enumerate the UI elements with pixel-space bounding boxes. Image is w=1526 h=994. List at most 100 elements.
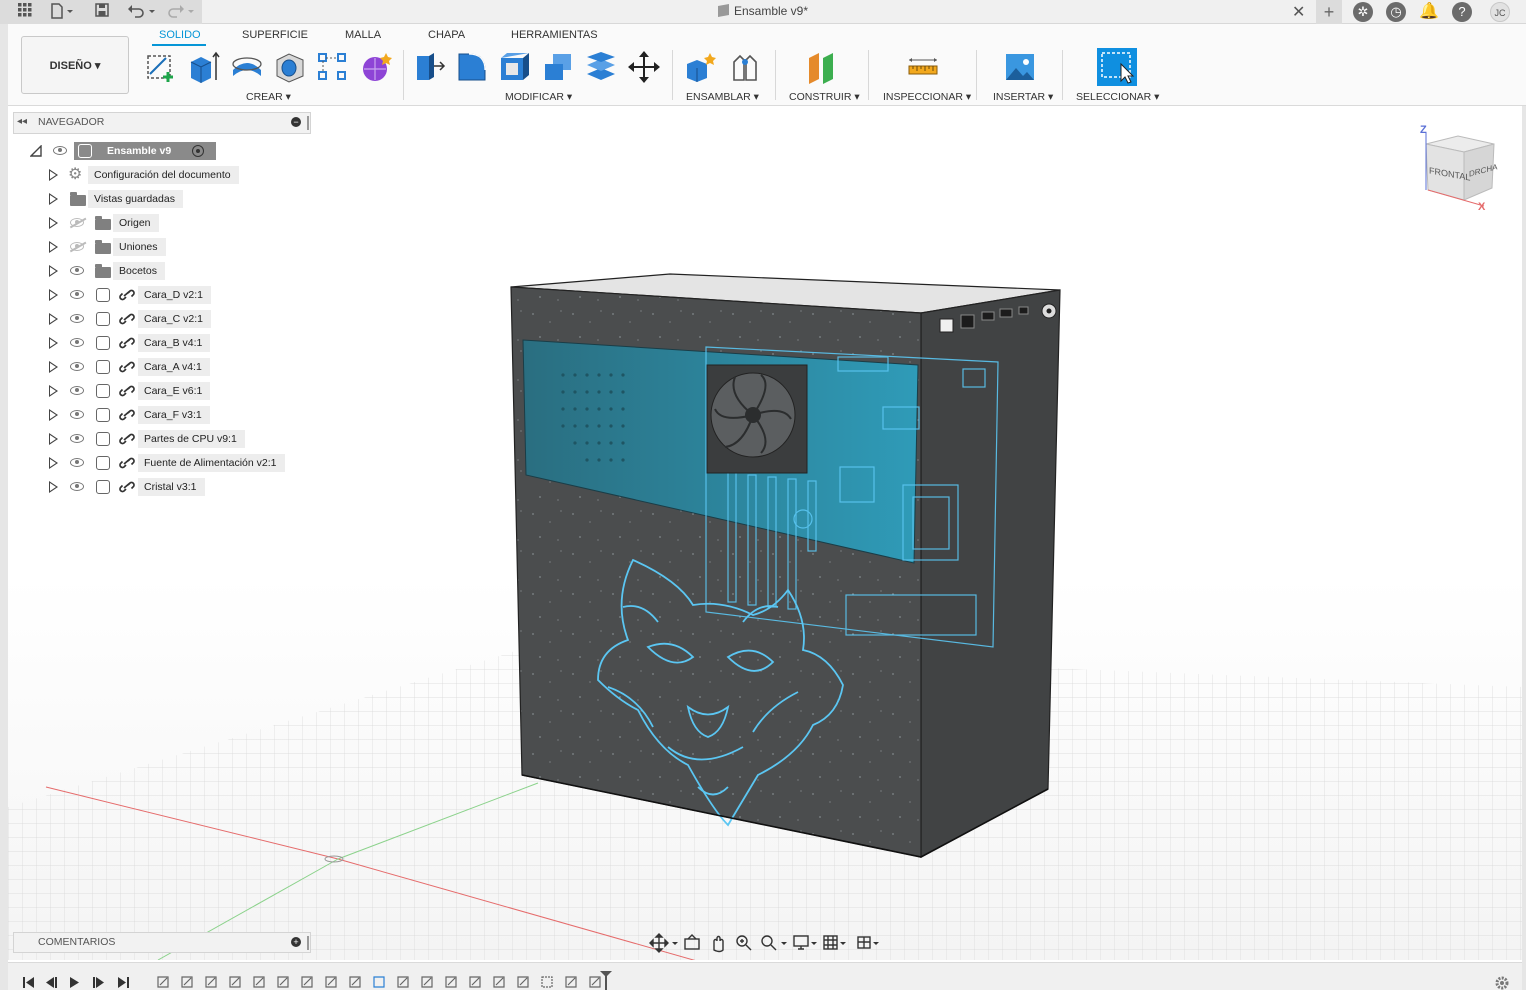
browser-pin-icon[interactable]: [307, 116, 309, 130]
expand-triangle-icon[interactable]: [49, 409, 58, 421]
folder-icon: [70, 192, 86, 206]
visibility-hidden-icon[interactable]: [70, 242, 84, 251]
tree-item[interactable]: Cara_D v2:1: [46, 286, 306, 304]
shell-icon[interactable]: [498, 50, 532, 84]
insert-image-icon[interactable]: [1003, 50, 1037, 84]
tab-solido[interactable]: SOLIDO: [159, 29, 201, 41]
visibility-eye-icon[interactable]: [70, 338, 84, 347]
tree-item[interactable]: Cara_E v6:1: [46, 382, 306, 400]
joint-icon[interactable]: [728, 50, 762, 84]
tree-item[interactable]: Cara_B v4:1: [46, 334, 306, 352]
expand-triangle-icon[interactable]: [49, 361, 58, 373]
visibility-eye-icon[interactable]: [70, 266, 84, 275]
visibility-eye-icon[interactable]: [70, 410, 84, 419]
expand-triangle-icon[interactable]: [49, 313, 58, 325]
tree-item[interactable]: ⚙ Configuración del documento: [46, 166, 306, 184]
combine-icon[interactable]: [541, 50, 575, 84]
crear-menu[interactable]: CREAR ▾: [246, 91, 291, 103]
tree-item[interactable]: Fuente de Alimentación v2:1: [46, 454, 306, 472]
create-sketch-icon[interactable]: [144, 50, 178, 84]
offset-face-icon[interactable]: [584, 50, 618, 84]
document-cube-icon: [717, 4, 729, 17]
timeline-previous-icon: [46, 977, 57, 988]
linked-reference-icon: [119, 361, 135, 373]
notifications-icon[interactable]: 🔔: [1419, 2, 1439, 22]
visibility-eye-icon[interactable]: [70, 434, 84, 443]
comments-pin-icon[interactable]: [307, 936, 309, 950]
visibility-eye-icon[interactable]: [53, 146, 67, 155]
workspace-switcher[interactable]: DISEÑO ▾: [21, 36, 129, 94]
close-tab-icon[interactable]: ✕: [1292, 2, 1305, 22]
move-copy-icon[interactable]: [627, 50, 661, 84]
inspeccionar-menu[interactable]: INSPECCIONAR ▾: [883, 91, 971, 103]
expand-triangle-icon[interactable]: [49, 481, 58, 493]
create-form-icon[interactable]: [359, 50, 393, 84]
view-cube[interactable]: Z X FRONTAL DRCHA: [1418, 124, 1508, 216]
extrude-icon[interactable]: [187, 50, 221, 84]
tree-item-label: Cara_E v6:1: [138, 382, 211, 400]
tab-chapa[interactable]: CHAPA: [428, 29, 465, 41]
tree-item-label: Cara_C v2:1: [138, 310, 211, 328]
tree-item[interactable]: Vistas guardadas: [46, 190, 306, 208]
tab-superficie[interactable]: SUPERFICIE: [242, 29, 308, 41]
fillet-icon[interactable]: [455, 50, 489, 84]
tree-item[interactable]: Cara_C v2:1: [46, 310, 306, 328]
model-canvas[interactable]: [8, 107, 1522, 960]
add-comment-icon[interactable]: +: [291, 937, 301, 947]
modificar-menu[interactable]: MODIFICAR ▾: [505, 91, 572, 103]
visibility-eye-icon[interactable]: [70, 290, 84, 299]
visibility-eye-icon[interactable]: [70, 482, 84, 491]
extensions-icon[interactable]: ✲: [1353, 2, 1373, 22]
tree-item-label: Cristal v3:1: [138, 478, 205, 496]
seleccionar-menu[interactable]: SELECCIONAR ▾: [1076, 91, 1159, 103]
browser-options-icon[interactable]: −: [291, 117, 301, 127]
expand-triangle-icon[interactable]: [49, 433, 58, 445]
expand-triangle-icon[interactable]: [49, 193, 58, 205]
tree-root-row[interactable]: Ensamble v9: [28, 142, 228, 160]
collapse-triangle-icon[interactable]: [30, 145, 42, 157]
revolve-icon[interactable]: [230, 50, 264, 84]
tree-item[interactable]: Origen: [46, 214, 306, 232]
ensamblar-menu[interactable]: ENSAMBLAR ▾: [686, 91, 759, 103]
tree-item[interactable]: Partes de CPU v9:1: [46, 430, 306, 448]
select-tool-icon[interactable]: [1097, 48, 1137, 86]
pattern-icon[interactable]: [316, 50, 350, 84]
tab-herramientas[interactable]: HERRAMIENTAS: [511, 29, 598, 41]
user-avatar[interactable]: JC: [1490, 2, 1510, 22]
insertar-menu[interactable]: INSERTAR ▾: [993, 91, 1053, 103]
tree-item[interactable]: Bocetos: [46, 262, 306, 280]
expand-triangle-icon[interactable]: [49, 241, 58, 253]
expand-triangle-icon[interactable]: [49, 457, 58, 469]
expand-triangle-icon[interactable]: [49, 169, 58, 181]
3d-viewport[interactable]: [8, 107, 1522, 960]
visibility-hidden-icon[interactable]: [70, 218, 84, 227]
press-pull-icon[interactable]: [412, 50, 446, 84]
visibility-eye-icon[interactable]: [70, 362, 84, 371]
collapse-browser-icon[interactable]: ◂◂: [17, 116, 27, 127]
tree-item-label: Bocetos: [113, 262, 165, 280]
visibility-eye-icon[interactable]: [70, 458, 84, 467]
expand-triangle-icon[interactable]: [49, 337, 58, 349]
tree-item[interactable]: Cristal v3:1: [46, 478, 306, 496]
construir-menu[interactable]: CONSTRUIR ▾: [789, 91, 860, 103]
measure-icon[interactable]: [906, 50, 940, 84]
tree-item[interactable]: Cara_A v4:1: [46, 358, 306, 376]
expand-triangle-icon[interactable]: [49, 217, 58, 229]
hole-icon[interactable]: [273, 50, 307, 84]
visibility-eye-icon[interactable]: [70, 386, 84, 395]
help-icon[interactable]: ?: [1452, 2, 1472, 22]
job-status-icon[interactable]: ◷: [1386, 2, 1406, 22]
offset-plane-icon[interactable]: [805, 50, 839, 84]
expand-triangle-icon[interactable]: [49, 289, 58, 301]
new-tab-button[interactable]: +: [1316, 0, 1342, 24]
tree-item[interactable]: Cara_F v3:1: [46, 406, 306, 424]
new-component-icon[interactable]: [684, 50, 718, 84]
tree-item[interactable]: Uniones: [46, 238, 306, 256]
tab-malla[interactable]: MALLA: [345, 29, 381, 41]
visibility-eye-icon[interactable]: [70, 314, 84, 323]
expand-triangle-icon[interactable]: [49, 385, 58, 397]
expand-triangle-icon[interactable]: [49, 265, 58, 277]
component-icon: [96, 312, 110, 326]
comments-title: COMENTARIOS: [38, 936, 116, 948]
pc-case-model[interactable]: [510, 273, 1061, 859]
